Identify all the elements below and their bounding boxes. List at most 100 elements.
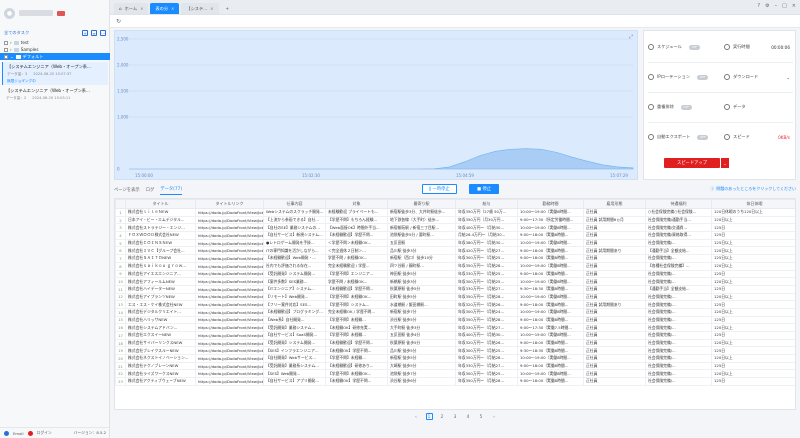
schedule-toggle[interactable]: OFF xyxy=(688,44,700,50)
table-row[interactable]: 16 株式会社システムアドバン... https://doda.jp/DodaFro… xyxy=(115,323,795,332)
tab-table[interactable]: 表の分 × xyxy=(150,3,180,14)
refresh-icon[interactable]: ↻ xyxy=(116,18,121,25)
tree-item-test[interactable]: › test xyxy=(0,39,110,46)
column-header[interactable]: タイトル xyxy=(125,199,196,209)
table-row[interactable]: 23 株式会社アクティブウェーブNEW https://doda.jp/DodaFr… xyxy=(115,377,795,386)
export-toggle[interactable]: OFF xyxy=(697,134,709,140)
table-row[interactable]: 20 株式会社ネクストイノベーション... https://doda.jp/Doda… xyxy=(115,354,795,363)
column-header[interactable]: 待遇福利 xyxy=(645,199,712,209)
table-row[interactable]: 7 株式会社ＳＡＩＴＯNEW https://doda.jp/DodaFront/V… xyxy=(115,254,795,263)
speed-up-button[interactable]: スピードアップ xyxy=(664,158,720,168)
table-row[interactable]: 15 株式会社ハリッサNEW https://doda.jp/DodaFront/V… xyxy=(115,315,795,325)
tree-item-default[interactable]: ⌄ デフォルト xyxy=(0,53,110,60)
chevron-right-icon[interactable]: › xyxy=(10,47,12,52)
stat-dedupe: 重複排除 OFF xyxy=(644,93,718,121)
speed-dropdown-icon[interactable]: ⌄ xyxy=(721,158,729,168)
table-cell: 正社員 xyxy=(583,208,646,217)
close-icon[interactable]: × xyxy=(210,6,213,11)
column-header[interactable]: 休日休暇 xyxy=(711,199,795,209)
maximize-icon[interactable]: □ xyxy=(782,3,787,9)
help-icon[interactable]: ? xyxy=(757,3,760,9)
ip-toggle[interactable]: OFF xyxy=(697,74,708,80)
column-header[interactable]: 給与 xyxy=(455,199,518,209)
table-row[interactable]: 6 株式会社ＩＶＣ【グループ会社... https://doda.jp/DodaFr… xyxy=(115,246,795,256)
table-row[interactable]: 13 エス・エス・ケイ株式会社NEW https://doda.jp/DodaFro… xyxy=(115,300,795,309)
sort-icon[interactable]: ≡ xyxy=(91,30,97,36)
tab-data[interactable]: データ(77) xyxy=(160,184,183,195)
tab-home[interactable]: ⌂ ホーム × xyxy=(114,3,149,14)
new-folder-icon[interactable]: + xyxy=(82,30,88,36)
column-header[interactable]: 最寄り駅 xyxy=(387,199,456,209)
add-tab-button[interactable]: + xyxy=(221,3,235,14)
table-row[interactable]: 9 株式会社アイエスエンジニア... https://doda.jp/DodaFro… xyxy=(115,269,795,279)
expand-icon[interactable]: ⤢ xyxy=(629,34,633,40)
user-row[interactable]: ● xyxy=(0,0,110,26)
next-page-button[interactable]: › xyxy=(491,413,498,420)
table-cell: 20 xyxy=(115,354,126,363)
table-row[interactable]: 1 株式会社ｌｉｌｅＮEW https://doda.jp/DodaFront/Vi… xyxy=(115,208,795,217)
pause-button[interactable]: ‖ 一時停止 xyxy=(422,184,457,194)
tab-log[interactable]: ログ xyxy=(146,185,155,195)
close-icon[interactable]: × xyxy=(171,6,174,11)
minimize-icon[interactable]: – xyxy=(775,3,778,9)
column-header[interactable]: タイトルリンク xyxy=(195,199,264,209)
dedupe-toggle[interactable]: OFF xyxy=(680,104,692,110)
table-row[interactable]: 19 株式会社ブレイクスルーNEW https://doda.jp/DodaFron… xyxy=(115,346,795,356)
checkbox[interactable] xyxy=(4,54,8,59)
table-row[interactable]: 5 株式会社ＣＯＩＮＳＮEW https://doda.jp/DodaFront/V… xyxy=(115,238,795,248)
column-header[interactable]: 仕事内容 xyxy=(263,199,326,209)
table-row[interactable]: 3 株式会社ストラテジー・エンジ... https://doda.jp/DodaFr… xyxy=(115,223,795,233)
chevron-down-icon[interactable]: ⌄ xyxy=(10,54,14,59)
tab-system[interactable]: 【システ... × xyxy=(181,3,219,14)
page-2[interactable]: 2 xyxy=(439,413,446,420)
prev-page-button[interactable]: ‹ xyxy=(413,413,420,420)
table-cell: 完全未経験歓迎 / 学歴... xyxy=(325,261,388,271)
page-4[interactable]: 4 xyxy=(465,413,472,420)
table-row[interactable]: 14 株式会社デジタルクリエイト... https://doda.jp/DodaFr… xyxy=(115,307,795,317)
table-row[interactable]: 17 株式会社エクスイーNEW https://doda.jp/DodaFront/… xyxy=(115,331,795,340)
table-cell: 年収350万円～（月給28... xyxy=(455,377,518,386)
table-row[interactable]: 2 日本アイ・ビー・エムデジタル... https://doda.jp/DodaFr… xyxy=(115,215,795,225)
column-header[interactable] xyxy=(115,199,126,209)
table-cell: 大手町駅 徒歩3分 xyxy=(387,323,456,332)
checkbox[interactable] xyxy=(4,47,8,52)
table-cell: 新橋駅 徒歩3分 xyxy=(387,277,456,286)
task-card[interactable]: 【システムエンジニア（Web・オープン系... データ量：3 2024-06-2… xyxy=(2,62,108,85)
column-header[interactable]: 対象 xyxy=(325,199,388,209)
more-icon[interactable]: ⋯ xyxy=(100,30,106,36)
table-cell: 2 xyxy=(115,215,126,225)
table-row[interactable]: 8 株式会社ｓａｉｋｏｕ ｇｒｏｗ... https://doda.jp/DodaF… xyxy=(115,261,795,271)
settings-icon[interactable]: ⚙ xyxy=(765,3,769,9)
help-link[interactable]: ⓘ 問題のあったところをクリックしてください xyxy=(710,186,796,192)
close-window-icon[interactable]: × xyxy=(792,3,796,9)
footer-status[interactable]: ログイン xyxy=(37,430,52,436)
table-row[interactable]: 21 株式会社テクノブレーンNEW https://doda.jp/DodaFron… xyxy=(115,361,795,371)
checkbox[interactable] xyxy=(4,40,8,45)
page-5[interactable]: 5 xyxy=(478,413,485,420)
tree-item-label: デフォルト xyxy=(22,53,44,59)
footer-status[interactable]: Email xyxy=(13,431,24,436)
page-3[interactable]: 3 xyxy=(452,413,459,420)
table-row[interactable]: 10 株式会社アフィールムNEW https://doda.jp/DodaFront… xyxy=(115,277,795,286)
table-cell: 10:00～19:00（実働8時間... xyxy=(517,223,584,233)
table-row[interactable]: 12 株式会社アイプランツNEW https://doda.jp/DodaFront… xyxy=(115,292,795,302)
tab-page-view[interactable]: ページを表示 xyxy=(114,185,140,195)
chevron-down-icon[interactable]: ⌄ xyxy=(786,75,790,80)
page-1[interactable]: 1 xyxy=(425,412,433,420)
y-tick-label: 0 xyxy=(117,167,120,172)
table-cell: 田町駅 徒歩5分 xyxy=(387,292,456,302)
table-cell: 社会保険完備/... xyxy=(645,269,712,279)
stop-button[interactable]: ■ 停止 xyxy=(469,184,500,194)
table-row[interactable]: 22 株式会社ライズワークスNEW https://doda.jp/DodaFron… xyxy=(115,369,795,379)
column-header[interactable]: 雇用形態 xyxy=(583,199,646,209)
table-row[interactable]: 11 株式会社ハイデーターNEW https://doda.jp/DodaFront… xyxy=(115,284,795,294)
avatar[interactable]: ● xyxy=(4,7,15,19)
task-card[interactable]: 【システムエンジニア（Web・オープン系... データ量：2 2024-06-2… xyxy=(2,86,108,109)
pagination: ‹ 1 2 3 4 5 › xyxy=(114,410,796,422)
tree-item-samples[interactable]: › Samples xyxy=(0,46,110,53)
close-icon[interactable]: × xyxy=(140,6,143,11)
column-header[interactable]: 勤務時間 xyxy=(517,199,584,209)
table-row[interactable]: 4 ＦＯＸＷＯＯＤ株式会社NEW https://doda.jp/DodaFront… xyxy=(115,231,795,240)
chevron-right-icon[interactable]: › xyxy=(10,40,12,45)
table-row[interactable]: 18 株式会社サイバーリンクスNEW https://doda.jp/DodaFro… xyxy=(115,338,795,348)
